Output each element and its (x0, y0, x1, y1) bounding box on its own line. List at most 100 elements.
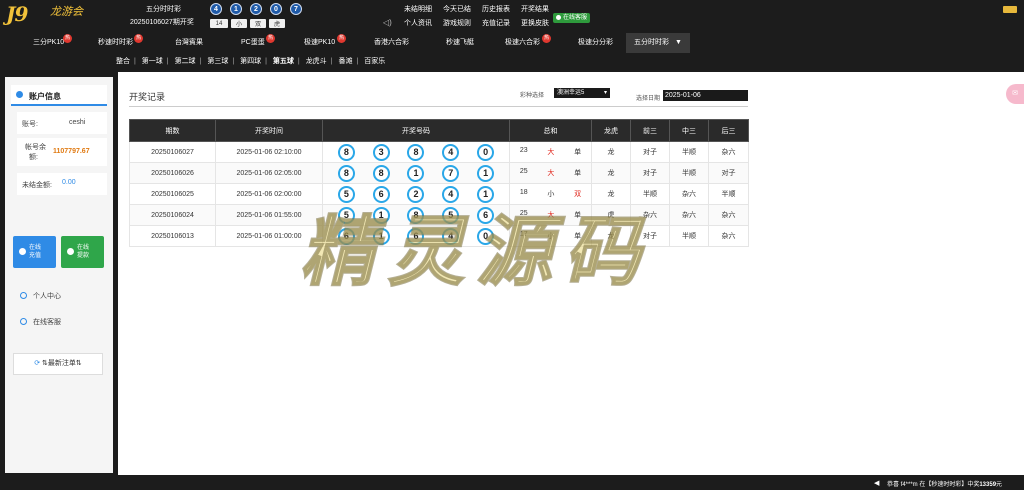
column-header: 开奖时间 (215, 119, 323, 142)
hot-badge: 热 (63, 34, 72, 43)
recharge-button[interactable]: 在线 充值 (13, 236, 56, 268)
size-value: 小 (547, 191, 555, 198)
subnav-item[interactable]: 整合 (116, 58, 130, 65)
sound-icon[interactable]: ◁) (383, 18, 392, 27)
online-service-button[interactable]: 在线客服 (553, 13, 591, 23)
subnav-item[interactable]: 第二球 (175, 58, 196, 65)
sum-cell: 23 大 单 (509, 141, 592, 163)
megaphone-icon: ◀ (874, 480, 880, 487)
page-title: 开奖记录 (129, 92, 166, 102)
personal-center-link[interactable]: 个人中心 (20, 291, 61, 301)
draw-results-table: 期数 开奖时间 开奖号码 总和 龙虎 前三 中三 后三 20250106027 … (129, 119, 749, 247)
number-ball: 5 (442, 206, 460, 224)
column-header: 中三 (669, 119, 709, 142)
brand-logo[interactable]: J9 (6, 2, 28, 26)
dragon-tiger-cell: 龙 (591, 183, 631, 205)
number-ball: 4 (442, 143, 460, 161)
balls-cell: 56241 (322, 183, 510, 205)
ticker-text: 恭喜 f4***m 在【秒速时时彩】中奖 (887, 482, 980, 488)
subnav-item[interactable]: 第三球 (207, 58, 228, 65)
link-draw-results[interactable]: 开奖结果 (521, 4, 554, 14)
front-three-cell: 对子 (630, 225, 670, 247)
subnav-item-active[interactable]: 第五球 (273, 58, 294, 65)
number-ball: 5 (337, 185, 355, 203)
balls-cell: 83840 (322, 141, 510, 163)
link-game-rules[interactable]: 游戏规则 (443, 18, 476, 28)
time-cell: 2025-01-06 02:10:00 (215, 141, 323, 163)
balance-label-2: 额: (29, 154, 38, 161)
tab-game[interactable]: 台灣賓果 (175, 33, 203, 53)
recharge-icon (19, 248, 26, 255)
link-change-skin[interactable]: 更换皮肤 (521, 18, 554, 28)
sum-value: 25 (519, 210, 528, 217)
number-ball: 1 (477, 164, 495, 182)
hot-badge: 热 (337, 34, 346, 43)
current-period: 20250106027期开奖 (130, 19, 194, 26)
top-header: J9 龙游会 五分时时彩 20250106027期开奖 4 1 2 0 7 14… (0, 0, 1024, 30)
link-recharge-records[interactable]: 充值记录 (482, 18, 515, 28)
table-row: 20250106013 2025-01-06 01:00:00 61640 17… (129, 225, 749, 247)
dragon-tiger-cell: 龙 (591, 162, 631, 184)
withdraw-button[interactable]: 在线 提款 (61, 236, 104, 268)
recharge-label-1: 在线 (29, 245, 42, 251)
date-label: 选择日期 (636, 96, 661, 102)
withdraw-icon (67, 248, 74, 255)
back-three-cell: 对子 (708, 162, 749, 184)
lottery-select-label: 彩种选择 (520, 93, 545, 99)
tab-label: 极速六合彩 (505, 39, 540, 46)
divider: | (265, 58, 267, 65)
tab-game[interactable]: 极速PK10 热 (304, 33, 346, 53)
tab-label: 三分PK10 (33, 39, 65, 46)
number-ball: 1 (372, 206, 390, 224)
latest-bets-button[interactable]: ⟳ ⇅最新注单⇅ (13, 353, 103, 375)
number-ball: 3 (372, 143, 390, 161)
subnav-item[interactable]: 第一球 (142, 58, 163, 65)
lottery-select[interactable]: 澳洲幸运5 ▾ (554, 88, 610, 98)
floating-chat-icon[interactable]: ✉ (1006, 84, 1024, 104)
dragon-tiger-cell: 虎 (591, 204, 631, 226)
tab-label: 秒速时时彩 (98, 39, 133, 46)
tab-game[interactable]: 极速六合彩热 (505, 33, 551, 53)
link-history-report[interactable]: 历史报表 (482, 4, 515, 14)
table-row: 20250106024 2025-01-06 01:55:00 51856 25… (129, 204, 749, 226)
column-header: 后三 (708, 119, 749, 142)
unsettled-row: 未结金额: 0.00 (17, 173, 107, 195)
sum-value: 25 (519, 168, 528, 175)
withdraw-label-2: 提款 (77, 253, 90, 259)
number-ball: 1 (477, 185, 495, 203)
divider: | (330, 58, 333, 65)
number-ball: 5 (337, 206, 355, 224)
customer-service-link[interactable]: 在线客服 (20, 317, 61, 327)
tab-game[interactable]: 香港六合彩 (374, 33, 409, 53)
subnav-item[interactable]: 第四球 (240, 58, 261, 65)
account-label: 账号: (22, 121, 38, 128)
link-profile[interactable]: 个人资讯 (404, 18, 437, 28)
tab-label: 极速PK10 (304, 39, 336, 46)
ticker-message: 恭喜 f4***m 在【秒速时时彩】中奖13359元 (887, 479, 1002, 488)
tab-game[interactable]: 秒速飞艇 (446, 33, 474, 53)
column-header: 龙虎 (591, 119, 631, 142)
result-tags: 14 小 双 虎 (210, 19, 285, 28)
tab-game[interactable]: 三分PK10 热 (33, 33, 72, 53)
tab-game-active[interactable]: 五分时时彩 ▼ (626, 33, 690, 53)
subnav-item[interactable]: 番滩 (338, 58, 352, 65)
table-row: 20250106027 2025-01-06 02:10:00 83840 23… (129, 141, 749, 163)
current-lottery-name: 五分时时彩 (146, 6, 181, 13)
tab-game[interactable]: PC蛋蛋热 (241, 33, 275, 53)
winner-ticker: ◀ 恭喜 f4***m 在【秒速时时彩】中奖13359元 (0, 476, 1024, 490)
subnav-item[interactable]: 龙虎斗 (306, 58, 327, 65)
date-input[interactable]: 2025-01-06 (663, 90, 748, 101)
badge-icon[interactable] (1003, 6, 1017, 13)
tab-game[interactable]: 秒速时时彩热 (98, 33, 143, 53)
divider: | (356, 58, 359, 65)
back-three-cell: 杂六 (708, 141, 749, 163)
result-tag: 双 (250, 19, 266, 28)
time-cell: 2025-01-06 02:00:00 (215, 183, 323, 205)
ticker-unit: 元 (996, 482, 1003, 488)
column-header: 总和 (509, 119, 592, 142)
subnav-item[interactable]: 百家乐 (364, 58, 385, 65)
tab-game[interactable]: 极速分分彩 (578, 33, 613, 53)
link-unsettled[interactable]: 未结明细 (404, 4, 437, 14)
number-ball: 1 (372, 227, 390, 245)
link-today-settled[interactable]: 今天已结 (443, 4, 476, 14)
